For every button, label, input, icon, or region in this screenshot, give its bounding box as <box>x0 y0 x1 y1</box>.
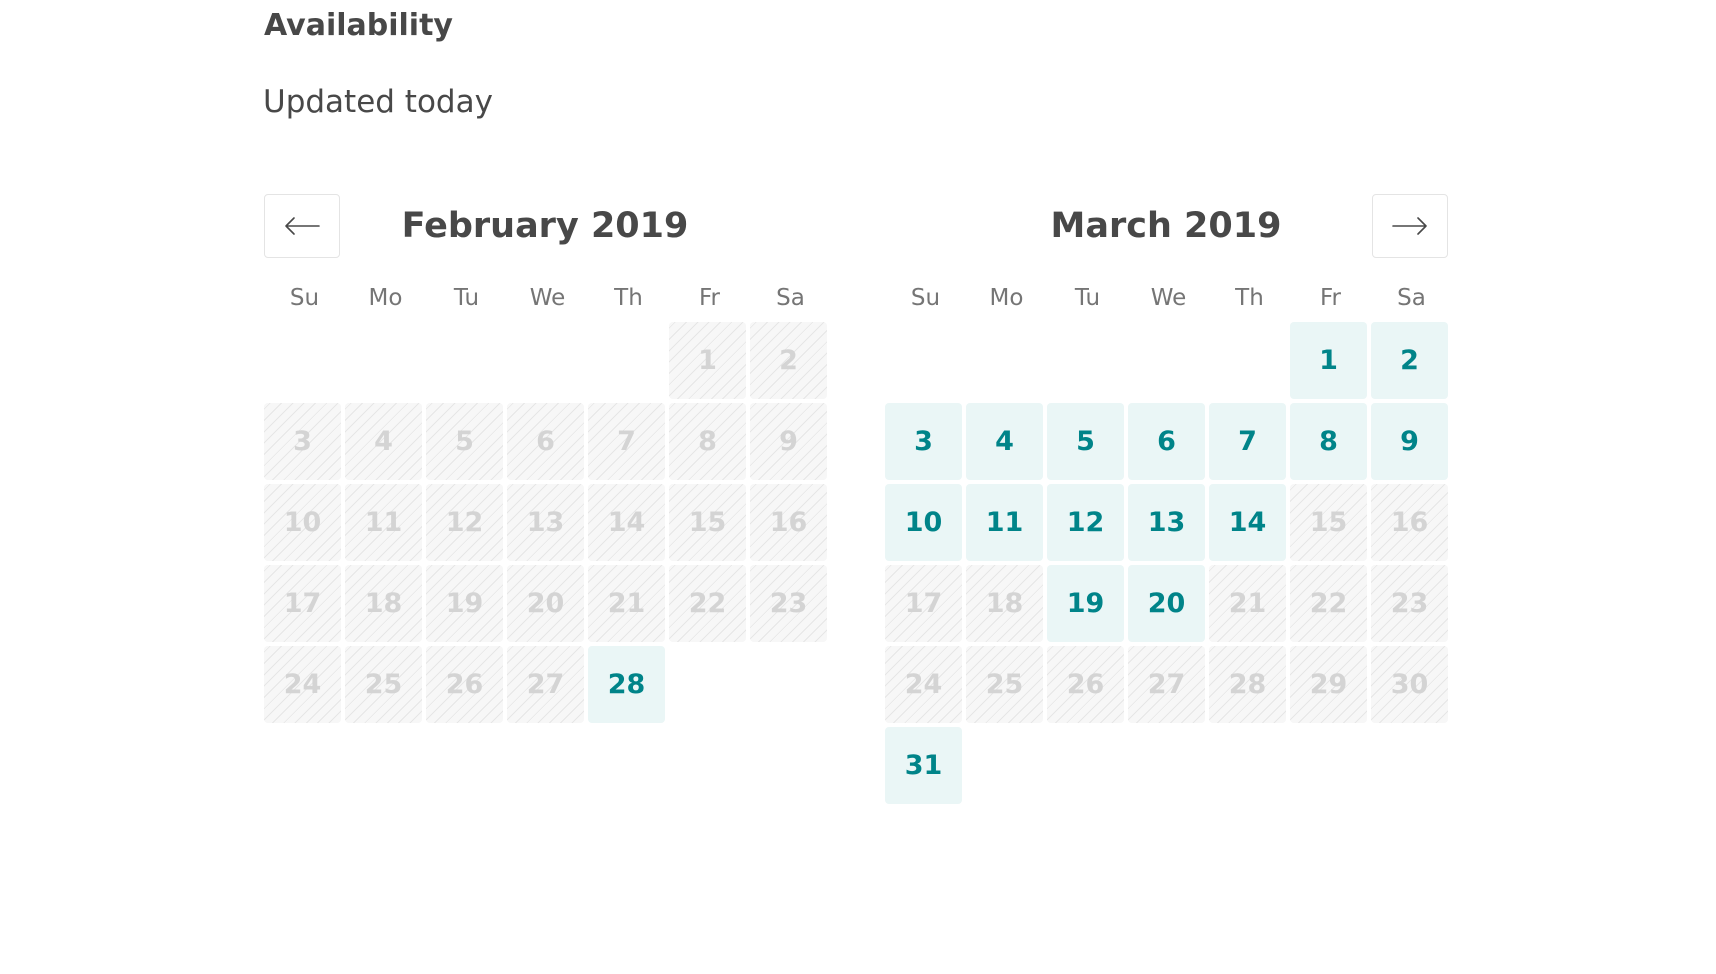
calendar-day-unavailable: 2 <box>750 322 827 399</box>
calendar-blank-cell <box>345 322 422 399</box>
weekday-label: Su <box>910 285 941 311</box>
calendar-day-available[interactable]: 20 <box>1128 565 1205 642</box>
calendar-blank-cell <box>1128 322 1205 399</box>
calendar-day-unavailable: 16 <box>1371 484 1448 561</box>
calendar-day-unavailable: 17 <box>885 565 962 642</box>
calendar-blank-cell <box>885 322 962 399</box>
calendar-day-unavailable: 4 <box>345 403 422 480</box>
calendar-day-unavailable: 26 <box>426 646 503 723</box>
calendar-day-unavailable: 5 <box>426 403 503 480</box>
calendar-day-available[interactable]: 3 <box>885 403 962 480</box>
month-february: February 2019 Su Mo Tu We Th Fr Sa 12345… <box>264 194 827 723</box>
calendar-day-unavailable: 23 <box>1371 565 1448 642</box>
calendar-day-unavailable: 18 <box>345 565 422 642</box>
weekday-label: Th <box>614 285 643 311</box>
calendar-day-unavailable: 16 <box>750 484 827 561</box>
calendar-day-unavailable: 12 <box>426 484 503 561</box>
calendar-day-available[interactable]: 5 <box>1047 403 1124 480</box>
calendar-blank-cell <box>1047 322 1124 399</box>
calendar-blank-cell <box>588 322 665 399</box>
calendar-day-unavailable: 15 <box>669 484 746 561</box>
calendar-day-available[interactable]: 7 <box>1209 403 1286 480</box>
calendar-day-unavailable: 29 <box>1290 646 1367 723</box>
weekday-label: Fr <box>1319 285 1341 311</box>
updated-status: Updated today <box>263 84 493 120</box>
calendar-blank-cell <box>264 322 341 399</box>
weekday-label: We <box>529 285 566 311</box>
calendar-day-available[interactable]: 11 <box>966 484 1043 561</box>
weekday-header: Su Mo Tu We Th Fr Sa <box>885 278 1447 318</box>
calendar-day-unavailable: 26 <box>1047 646 1124 723</box>
calendar-day-available[interactable]: 2 <box>1371 322 1448 399</box>
calendar-day-available[interactable]: 19 <box>1047 565 1124 642</box>
calendar-day-unavailable: 17 <box>264 565 341 642</box>
calendar-day-available[interactable]: 8 <box>1290 403 1367 480</box>
calendar-day-unavailable: 28 <box>1209 646 1286 723</box>
calendar-day-unavailable: 14 <box>588 484 665 561</box>
calendar-day-unavailable: 30 <box>1371 646 1448 723</box>
calendar-day-available[interactable]: 4 <box>966 403 1043 480</box>
calendar-day-unavailable: 21 <box>588 565 665 642</box>
month-march: March 2019 Su Mo Tu We Th Fr Sa 12345678… <box>885 194 1448 804</box>
calendar-day-available[interactable]: 10 <box>885 484 962 561</box>
weekday-label: Su <box>289 285 320 311</box>
calendar-day-unavailable: 23 <box>750 565 827 642</box>
weekday-label: We <box>1150 285 1187 311</box>
calendar-day-unavailable: 18 <box>966 565 1043 642</box>
weekday-label: Sa <box>776 285 805 311</box>
weekday-label: Th <box>1235 285 1264 311</box>
calendar-day-unavailable: 11 <box>345 484 422 561</box>
calendar-blank-cell <box>966 322 1043 399</box>
calendar-day-unavailable: 9 <box>750 403 827 480</box>
weekday-header: Su Mo Tu We Th Fr Sa <box>264 278 826 318</box>
day-grid: 1 2 3 4 5 6 7 8 9 10 11 12 13 14 15 16 17 18 19 20 21 22 23 24 2… <box>264 322 827 723</box>
month-title: February 2019 <box>401 206 689 246</box>
calendar-day-unavailable: 24 <box>264 646 341 723</box>
calendar-blank-cell <box>507 322 584 399</box>
calendar-day-unavailable: 25 <box>345 646 422 723</box>
weekday-label: Tu <box>453 285 480 311</box>
calendar-day-unavailable: 3 <box>264 403 341 480</box>
calendar-day-unavailable: 20 <box>507 565 584 642</box>
calendar-day-unavailable: 13 <box>507 484 584 561</box>
calendar-day-available[interactable]: 13 <box>1128 484 1205 561</box>
calendar-day-unavailable: 7 <box>588 403 665 480</box>
calendar-day-unavailable: 24 <box>885 646 962 723</box>
calendar-day-unavailable: 6 <box>507 403 584 480</box>
calendar-day-available[interactable]: 6 <box>1128 403 1205 480</box>
day-grid: 1 2 3 4 5 6 7 8 9 10 11 12 13 14 15 16 17 18 19 20 21 22 23 24 2… <box>885 322 1448 804</box>
weekday-label: Mo <box>368 285 403 311</box>
calendar-day-unavailable: 8 <box>669 403 746 480</box>
calendar-day-unavailable: 21 <box>1209 565 1286 642</box>
calendar-day-unavailable: 1 <box>669 322 746 399</box>
calendar-day-available[interactable]: 9 <box>1371 403 1448 480</box>
calendar-day-unavailable: 25 <box>966 646 1043 723</box>
availability-heading: Availability <box>264 8 453 43</box>
weekday-label: Sa <box>1397 285 1426 311</box>
calendar-day-available[interactable]: 12 <box>1047 484 1124 561</box>
calendar-day-unavailable: 22 <box>1290 565 1367 642</box>
calendar-day-unavailable: 27 <box>1128 646 1205 723</box>
calendar-day-available[interactable]: 31 <box>885 727 962 804</box>
calendar-day-unavailable: 10 <box>264 484 341 561</box>
calendar-blank-cell <box>426 322 503 399</box>
calendar-day-available[interactable]: 28 <box>588 646 665 723</box>
calendar-day-unavailable: 15 <box>1290 484 1367 561</box>
weekday-label: Tu <box>1074 285 1101 311</box>
calendar-day-available[interactable]: 1 <box>1290 322 1367 399</box>
calendar-day-available[interactable]: 14 <box>1209 484 1286 561</box>
weekday-label: Mo <box>989 285 1024 311</box>
month-title: March 2019 <box>1050 206 1282 246</box>
weekday-label: Fr <box>698 285 720 311</box>
calendar-day-unavailable: 22 <box>669 565 746 642</box>
calendar-blank-cell <box>1209 322 1286 399</box>
calendar-day-unavailable: 27 <box>507 646 584 723</box>
calendar-day-unavailable: 19 <box>426 565 503 642</box>
